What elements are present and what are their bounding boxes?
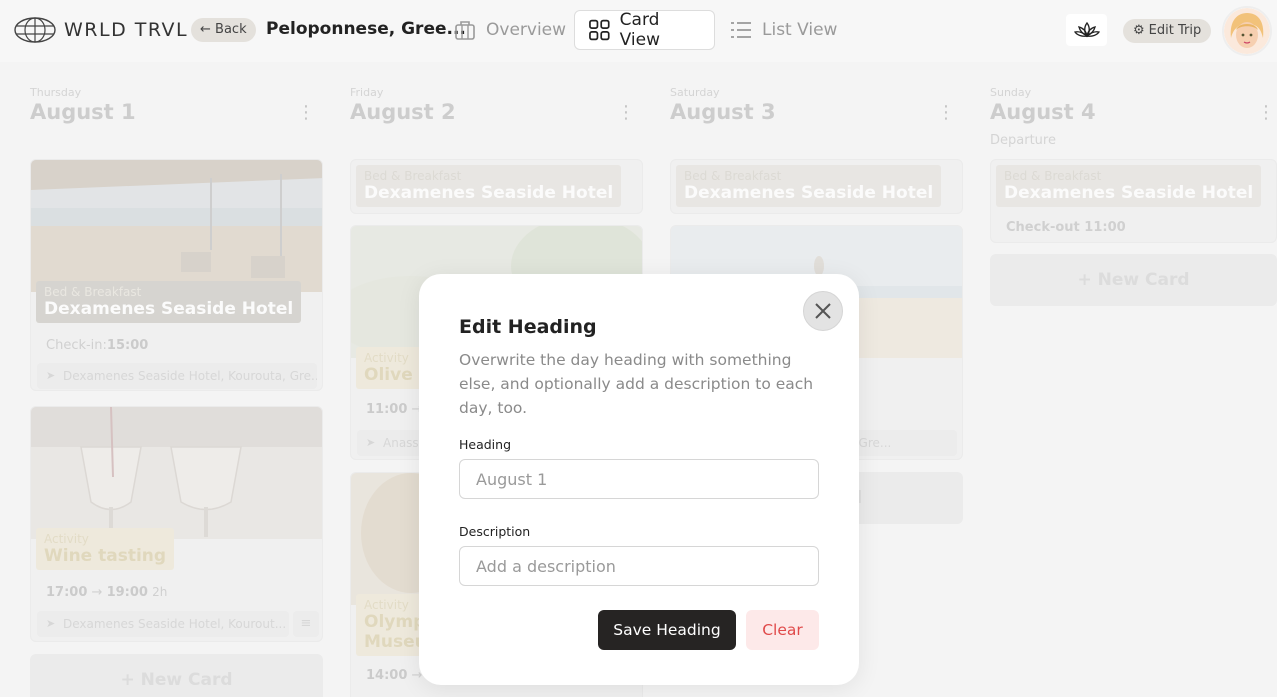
dialog-title: Edit Heading: [459, 316, 597, 338]
tab-overview[interactable]: Overview: [440, 10, 580, 50]
save-heading-button[interactable]: Save Heading: [598, 610, 736, 650]
tab-overview-label: Overview: [486, 20, 567, 40]
logo-text: WRLD TRVL: [64, 19, 189, 41]
list-icon: [731, 22, 751, 38]
back-label: Back: [215, 22, 247, 37]
tab-list-view[interactable]: List View: [716, 10, 851, 50]
heading-input[interactable]: [459, 459, 819, 499]
close-button[interactable]: [803, 291, 843, 331]
logo[interactable]: WRLD TRVL: [14, 17, 188, 43]
back-button[interactable]: ← Back: [191, 18, 256, 42]
wellness-button[interactable]: [1066, 14, 1107, 46]
top-bar: WRLD TRVL ← Back Peloponnese, Gree... Ov…: [0, 0, 1277, 62]
globe-icon: [14, 17, 56, 43]
suitcase-icon: [455, 21, 475, 40]
edit-trip-button[interactable]: ⚙ Edit Trip: [1123, 19, 1212, 43]
description-label: Description: [459, 524, 531, 539]
edit-heading-dialog: Edit Heading Overwrite the day heading w…: [419, 274, 859, 685]
lotus-icon: [1073, 21, 1100, 38]
dialog-subtitle: Overwrite the day heading with something…: [459, 351, 814, 417]
tab-list-view-label: List View: [762, 20, 838, 40]
close-icon: [815, 303, 831, 319]
tab-card-view-label: Card View: [619, 10, 661, 50]
grid-icon: [589, 19, 610, 41]
avatar[interactable]: [1222, 6, 1272, 56]
trip-title[interactable]: Peloponnese, Gree...: [266, 19, 466, 39]
arrow-left-icon: ←: [200, 22, 211, 37]
clear-button[interactable]: Clear: [746, 610, 819, 650]
heading-label: Heading: [459, 437, 512, 452]
user-avatar-icon: [1224, 8, 1270, 54]
gear-icon: ⚙: [1133, 23, 1145, 38]
description-input[interactable]: [459, 546, 819, 586]
edit-trip-label: Edit Trip: [1148, 23, 1202, 38]
tab-card-view[interactable]: Card View: [574, 10, 715, 50]
